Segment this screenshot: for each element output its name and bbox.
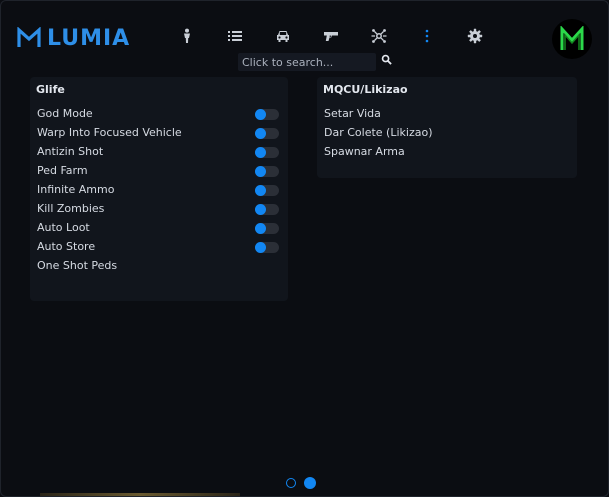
- brand-name: LUMIA: [47, 25, 131, 51]
- option-label: God Mode: [37, 107, 93, 120]
- toggle-knob: [255, 242, 266, 253]
- panel-title: MQCU/Likizao: [323, 83, 408, 96]
- toggle-knob: [255, 204, 266, 215]
- option-label: Infinite Ammo: [37, 183, 115, 196]
- toggle-knob: [255, 166, 266, 177]
- option-one-shot-peds[interactable]: One Shot Peds: [37, 256, 117, 275]
- network-icon: [371, 29, 387, 43]
- option-setar-vida[interactable]: Setar Vida: [324, 104, 381, 123]
- page-dot-1[interactable]: [286, 478, 296, 488]
- panel-title: Glife: [36, 83, 65, 96]
- search-icon[interactable]: [381, 54, 392, 65]
- option-label: Auto Loot: [37, 221, 90, 234]
- nav-more[interactable]: [403, 25, 451, 47]
- option-ped-farm[interactable]: Ped Farm: [37, 161, 88, 180]
- option-auto-store[interactable]: Auto Store: [37, 237, 95, 256]
- option-label: Ped Farm: [37, 164, 88, 177]
- gear-icon: [467, 28, 483, 44]
- toggle-ped-farm[interactable]: [255, 166, 279, 177]
- option-spawnar-arma[interactable]: Spawnar Arma: [324, 142, 405, 161]
- option-label: Spawnar Arma: [324, 145, 405, 158]
- toggle-kill-zombies[interactable]: [255, 204, 279, 215]
- nav-vehicle[interactable]: [259, 25, 307, 47]
- avatar[interactable]: [552, 19, 592, 59]
- option-label: Kill Zombies: [37, 202, 105, 215]
- option-label: Setar Vida: [324, 107, 381, 120]
- brand-logo: LUMIA: [17, 25, 130, 51]
- nav-weapon[interactable]: [307, 25, 355, 47]
- option-god-mode[interactable]: God Mode: [37, 104, 93, 123]
- lumia-logo-icon: [17, 27, 41, 47]
- toggle-auto-loot[interactable]: [255, 223, 279, 234]
- list-icon: [228, 31, 242, 41]
- top-nav: [163, 25, 499, 47]
- toggle-antizin-shot[interactable]: [255, 147, 279, 158]
- car-icon: [277, 31, 289, 42]
- bottom-edge-strip: [40, 493, 240, 496]
- toggle-auto-store[interactable]: [255, 242, 279, 253]
- more-vertical-icon: [425, 29, 429, 43]
- option-auto-loot[interactable]: Auto Loot: [37, 218, 90, 237]
- option-label: Antizin Shot: [37, 145, 104, 158]
- toggle-knob: [255, 109, 266, 120]
- nav-network[interactable]: [355, 25, 403, 47]
- page-dot-2[interactable]: [304, 477, 316, 489]
- gun-icon: [324, 32, 338, 41]
- nav-list[interactable]: [211, 25, 259, 47]
- panel-glife: Glife God Mode Warp Into Focused Vehicle…: [30, 77, 288, 301]
- option-kill-zombies[interactable]: Kill Zombies: [37, 199, 104, 218]
- pagination: [286, 477, 316, 489]
- panel-mqcu-likizao: MQCU/Likizao Setar Vida Dar Colete (Liki…: [317, 77, 577, 178]
- toggle-god-mode[interactable]: [255, 109, 279, 120]
- option-infinite-ammo[interactable]: Infinite Ammo: [37, 180, 114, 199]
- option-label: Dar Colete (Likizao): [324, 126, 433, 139]
- option-label: One Shot Peds: [37, 259, 118, 272]
- toggle-knob: [255, 185, 266, 196]
- option-warp-vehicle[interactable]: Warp Into Focused Vehicle: [37, 123, 182, 142]
- nav-self[interactable]: [163, 25, 211, 47]
- toggle-knob: [255, 128, 266, 139]
- option-antizin-shot[interactable]: Antizin Shot: [37, 142, 103, 161]
- menu-window: LUMIA Click to search... Glife God Mode …: [0, 0, 609, 497]
- search-input[interactable]: [238, 53, 376, 71]
- avatar-logo-icon: [560, 26, 584, 50]
- option-label: Warp Into Focused Vehicle: [37, 126, 182, 139]
- toggle-warp-vehicle[interactable]: [255, 128, 279, 139]
- option-dar-colete[interactable]: Dar Colete (Likizao): [324, 123, 432, 142]
- toggle-knob: [255, 147, 266, 158]
- person-icon: [184, 28, 190, 43]
- toggle-infinite-ammo[interactable]: [255, 185, 279, 196]
- option-label: Auto Store: [37, 240, 96, 253]
- toggle-knob: [255, 223, 266, 234]
- nav-settings[interactable]: [451, 25, 499, 47]
